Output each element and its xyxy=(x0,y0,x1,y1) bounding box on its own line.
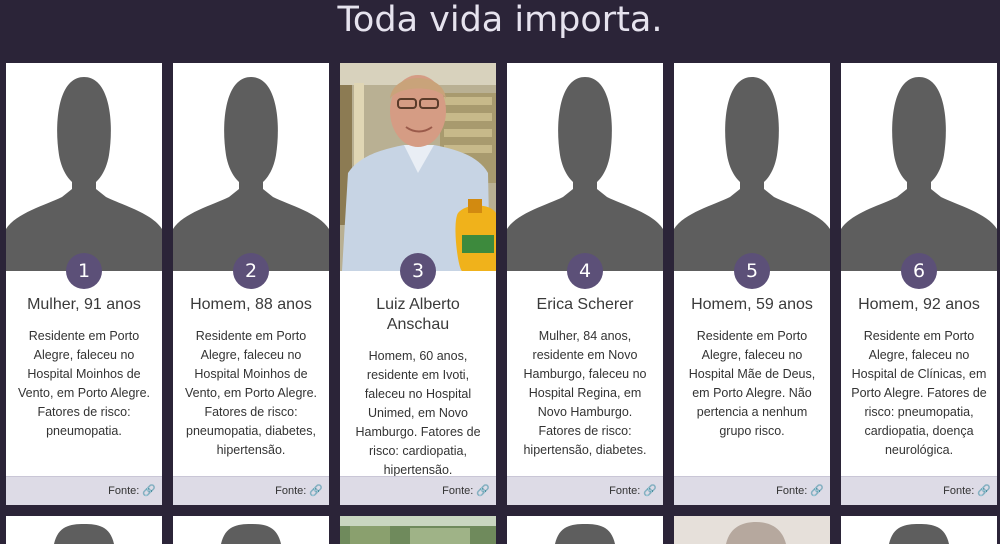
source-link[interactable]: Fonte: 🔗 xyxy=(442,484,490,497)
link-icon: 🔗 xyxy=(476,485,490,497)
silhouette-photo xyxy=(674,63,830,271)
victim-card: 2 Homem, 88 anos Residente em Porto Aleg… xyxy=(173,63,329,505)
card-name: Luiz Alberto Anschau xyxy=(376,296,460,333)
card-description: Residente em Porto Alegre, faleceu no Ho… xyxy=(851,329,987,457)
victim-card: 3 Luiz Alberto Anschau Homem, 60 anos, r… xyxy=(340,63,496,505)
victims-grid: 1 Mulher, 91 anos Residente em Porto Ale… xyxy=(0,0,1000,544)
card-number-badge: 4 xyxy=(567,253,603,289)
silhouette-photo xyxy=(841,63,997,271)
silhouette-photo xyxy=(507,63,663,271)
victim-card: 5 Homem, 59 anos Residente em Porto Aleg… xyxy=(674,63,830,505)
card-number-badge: 2 xyxy=(233,253,269,289)
victim-card-next-row xyxy=(340,516,496,544)
victim-card-next-row xyxy=(173,516,329,544)
source-label: Fonte: xyxy=(609,485,641,497)
card-footer: Fonte: 🔗 xyxy=(340,476,496,505)
link-icon: 🔗 xyxy=(142,485,156,497)
card-footer: Fonte: 🔗 xyxy=(507,476,663,505)
person-silhouette-icon xyxy=(6,63,162,271)
card-name: Homem, 88 anos xyxy=(190,296,312,313)
portrait-image xyxy=(674,516,830,544)
victim-card-next-row xyxy=(674,516,830,544)
card-description: Residente em Porto Alegre, faleceu no Ho… xyxy=(688,329,816,438)
source-link[interactable]: Fonte: 🔗 xyxy=(108,484,156,497)
link-icon: 🔗 xyxy=(977,485,991,497)
victim-card: 4 Erica Scherer Mulher, 84 anos, residen… xyxy=(507,63,663,505)
card-number-badge: 3 xyxy=(400,253,436,289)
source-label: Fonte: xyxy=(442,485,474,497)
card-number-badge: 5 xyxy=(734,253,770,289)
person-silhouette-icon xyxy=(173,63,329,271)
portrait-image xyxy=(340,63,496,271)
card-footer: Fonte: 🔗 xyxy=(841,476,997,505)
link-icon: 🔗 xyxy=(643,485,657,497)
victim-card: 1 Mulher, 91 anos Residente em Porto Ale… xyxy=(6,63,162,505)
card-name: Homem, 59 anos xyxy=(691,296,813,313)
victim-card-next-row xyxy=(841,516,997,544)
card-description: Homem, 60 anos, residente em Ivoti, fale… xyxy=(355,349,481,477)
source-link[interactable]: Fonte: 🔗 xyxy=(943,484,991,497)
card-number-badge: 6 xyxy=(901,253,937,289)
source-label: Fonte: xyxy=(943,485,975,497)
source-label: Fonte: xyxy=(275,485,307,497)
card-name: Erica Scherer xyxy=(536,296,634,313)
person-silhouette-icon xyxy=(54,524,114,544)
card-description: Mulher, 84 anos, residente em Novo Hambu… xyxy=(523,329,647,457)
person-silhouette-icon xyxy=(555,524,615,544)
person-silhouette-icon xyxy=(889,524,949,544)
card-footer: Fonte: 🔗 xyxy=(173,476,329,505)
card-number-badge: 1 xyxy=(66,253,102,289)
card-name: Homem, 92 anos xyxy=(858,296,980,313)
person-silhouette-icon xyxy=(674,63,830,271)
victim-card-next-row xyxy=(6,516,162,544)
person-silhouette-icon xyxy=(221,524,281,544)
victim-card: 6 Homem, 92 anos Residente em Porto Aleg… xyxy=(841,63,997,505)
source-link[interactable]: Fonte: 🔗 xyxy=(776,484,824,497)
card-description: Residente em Porto Alegre, faleceu no Ho… xyxy=(17,329,151,438)
source-link[interactable]: Fonte: 🔗 xyxy=(275,484,323,497)
source-label: Fonte: xyxy=(776,485,808,497)
person-silhouette-icon xyxy=(507,63,663,271)
portrait-photo xyxy=(340,63,496,271)
card-footer: Fonte: 🔗 xyxy=(6,476,162,505)
silhouette-photo xyxy=(6,63,162,271)
card-description: Residente em Porto Alegre, faleceu no Ho… xyxy=(184,329,318,457)
source-label: Fonte: xyxy=(108,485,140,497)
portrait-image xyxy=(340,516,496,544)
source-link[interactable]: Fonte: 🔗 xyxy=(609,484,657,497)
link-icon: 🔗 xyxy=(309,485,323,497)
card-name: Mulher, 91 anos xyxy=(27,296,141,313)
person-silhouette-icon xyxy=(841,63,997,271)
silhouette-photo xyxy=(173,63,329,271)
victim-card-next-row xyxy=(507,516,663,544)
card-footer: Fonte: 🔗 xyxy=(674,476,830,505)
link-icon: 🔗 xyxy=(810,485,824,497)
